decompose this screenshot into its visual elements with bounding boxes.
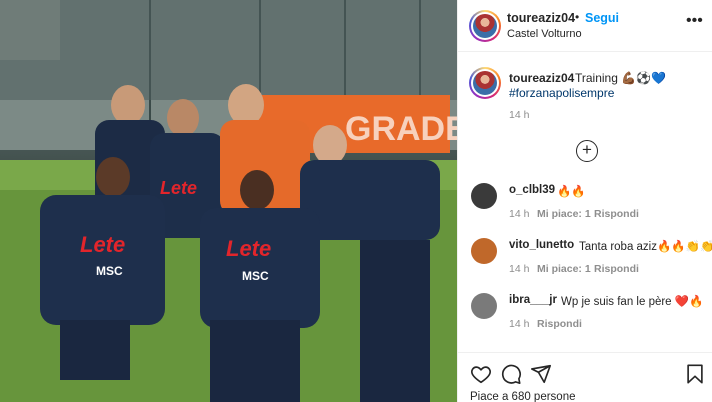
comment-time: 14 h (509, 208, 530, 220)
comment-username[interactable]: ibra___jr (509, 294, 557, 306)
comment-avatar[interactable] (471, 238, 497, 264)
share-icon[interactable] (530, 363, 552, 385)
post-header: toureaziz04 • Segui Castel Volturno ••• (458, 0, 712, 52)
bookmark-icon[interactable] (684, 363, 706, 385)
comment-icon[interactable] (500, 363, 522, 385)
comment-username[interactable]: vito_lunetto (509, 239, 574, 251)
reply-button[interactable]: Rispondi (594, 263, 639, 275)
more-options-icon[interactable]: ••• (686, 12, 703, 30)
caption-username[interactable]: toureaziz04 (509, 71, 574, 85)
comment-likes[interactable]: Mi piace: 1 (537, 208, 591, 220)
comment-text: Wp je suis fan le père ❤️🔥 (561, 296, 704, 308)
caption-time: 14 h (509, 109, 530, 121)
comment-avatar[interactable] (471, 183, 497, 209)
comment-text: 🔥🔥 (557, 186, 586, 198)
team-photo-illustration: GRADE Lete MSC Lete MSC Lete (0, 0, 457, 402)
shirt-sponsor-back: Lete (160, 178, 197, 198)
caption-avatar[interactable] (469, 67, 501, 99)
follow-button[interactable]: Segui (585, 11, 619, 25)
comment-text: Tanta roba aziz🔥🔥👏👏👏 (579, 241, 712, 253)
shirt-sponsor-left: Lete (80, 232, 125, 257)
reply-button[interactable]: Rispondi (537, 318, 582, 330)
comment-likes[interactable]: Mi piace: 1 (537, 263, 591, 275)
heart-icon[interactable] (470, 363, 492, 385)
author-avatar[interactable] (469, 10, 501, 42)
comment-time: 14 h (509, 318, 530, 330)
shirt-sponsor-center: Lete (226, 236, 271, 261)
reply-button[interactable]: Rispondi (594, 208, 639, 220)
comment-avatar[interactable] (471, 293, 497, 319)
shirt-sponsor2-left: MSC (96, 264, 123, 278)
comment-time: 14 h (509, 263, 530, 275)
comment-username[interactable]: o_clbl39 (509, 184, 555, 196)
caption-hashtag[interactable]: #forzanapolisempre (509, 86, 614, 100)
likes-count[interactable]: Piace a 680 persone (470, 391, 576, 402)
post-photo[interactable]: GRADE Lete MSC Lete MSC Lete (0, 0, 457, 402)
header-separator: • (575, 10, 580, 24)
load-more-comments-icon[interactable]: + (576, 140, 598, 162)
post-side-panel: toureaziz04 • Segui Castel Volturno ••• … (457, 0, 712, 402)
post-location[interactable]: Castel Volturno (507, 28, 582, 40)
shirt-sponsor2-center: MSC (242, 269, 269, 283)
author-username[interactable]: toureaziz04 (507, 11, 575, 25)
banner-text: GRADE (345, 110, 457, 148)
caption-text: Training 💪🏾⚽️💙 (575, 71, 667, 85)
